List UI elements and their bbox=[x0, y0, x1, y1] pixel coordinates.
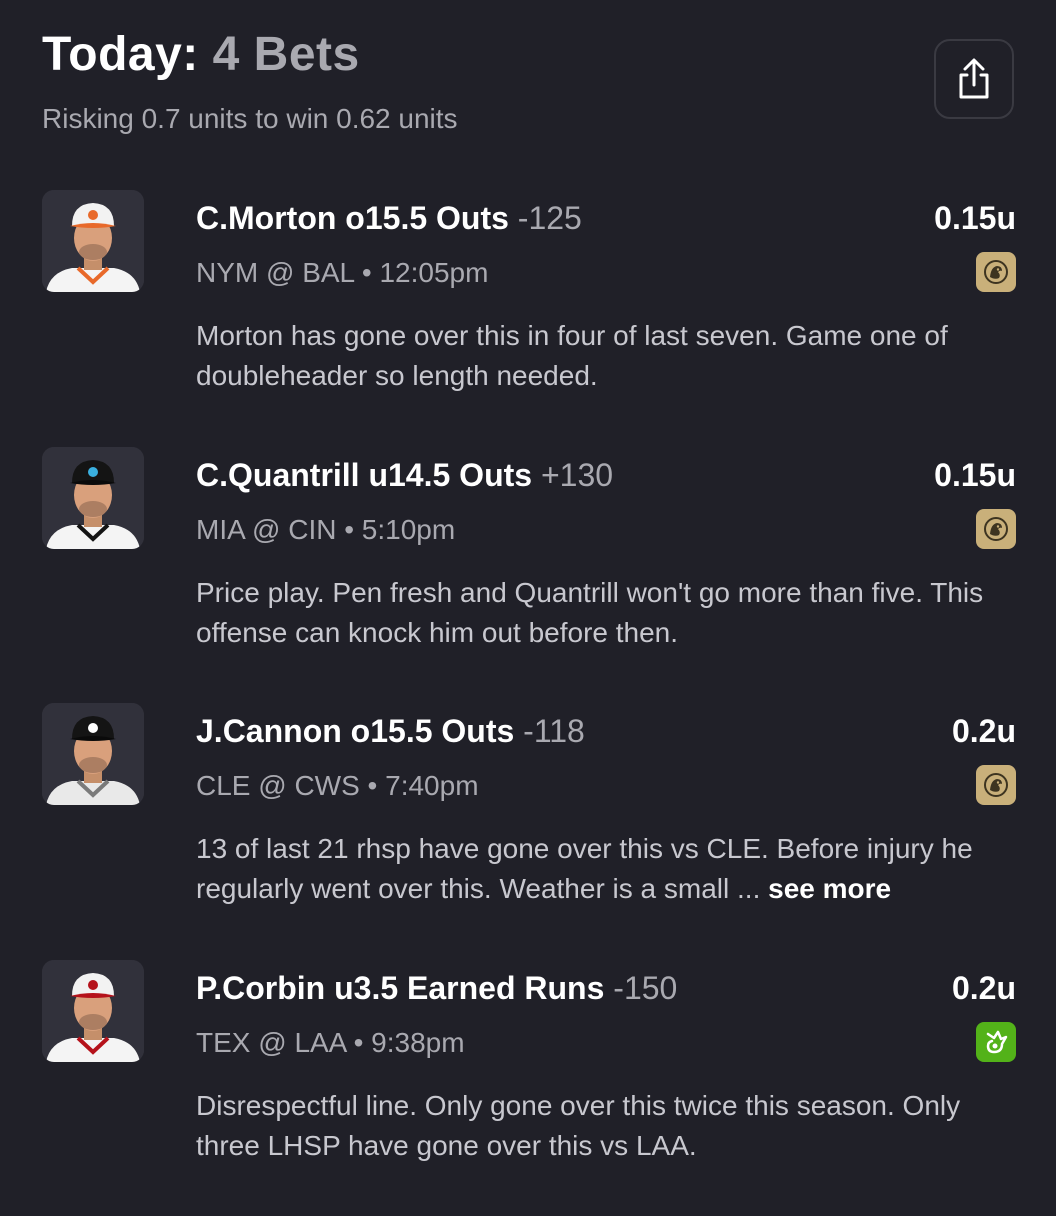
units-amount: 0.15u bbox=[934, 200, 1016, 236]
risk-summary: Risking 0.7 units to win 0.62 units bbox=[42, 103, 458, 134]
bet-note: Price play. Pen fresh and Quantrill won'… bbox=[196, 573, 1016, 653]
bet-title: J.Cannon o15.5 Outs -118 bbox=[196, 711, 585, 751]
units-amount: 0.15u bbox=[934, 457, 1016, 493]
player-avatar bbox=[42, 960, 144, 1062]
game-info: MIA @ CIN • 5:10pm bbox=[196, 514, 456, 545]
units-amount: 0.2u bbox=[951, 713, 1016, 749]
player-avatar bbox=[42, 447, 144, 549]
bet-title: C.Morton o15.5 Outs -125 bbox=[196, 198, 582, 238]
share-button[interactable] bbox=[934, 39, 1014, 119]
player-line: C.Quantrill u14.5 Outs bbox=[196, 457, 533, 493]
odds: -118 bbox=[523, 713, 585, 749]
game-info: TEX @ LAA • 9:38pm bbox=[196, 1027, 465, 1058]
odds: -150 bbox=[613, 970, 678, 1006]
page-header: Today: 4 Bets Risking 0.7 units to win 0… bbox=[42, 28, 458, 135]
bet-title: C.Quantrill u14.5 Outs +130 bbox=[196, 455, 613, 495]
units-amount: 0.2u bbox=[951, 970, 1016, 1006]
player-line: J.Cannon o15.5 Outs bbox=[196, 713, 515, 749]
player-avatar bbox=[42, 703, 144, 805]
betmgm-icon bbox=[976, 252, 1016, 292]
bet-row[interactable]: C.Morton o15.5 Outs -125 0.15u NYM @ BAL… bbox=[0, 190, 1056, 446]
bet-row[interactable]: P.Corbin u3.5 Earned Runs -150 0.2u TEX … bbox=[0, 960, 1056, 1216]
bet-count: 4 Bets bbox=[212, 28, 360, 81]
player-line: C.Morton o15.5 Outs bbox=[196, 200, 509, 236]
betmgm-icon bbox=[976, 765, 1016, 805]
title-prefix: Today: bbox=[42, 28, 199, 81]
bet-row[interactable]: J.Cannon o15.5 Outs -118 0.2u CLE @ CWS … bbox=[0, 703, 1056, 959]
bet-note: Disrespectful line. Only gone over this … bbox=[196, 1086, 1016, 1166]
note-text: Disrespectful line. Only gone over this … bbox=[196, 1090, 961, 1161]
odds: -125 bbox=[517, 200, 582, 236]
player-avatar bbox=[42, 190, 144, 292]
game-info: CLE @ CWS • 7:40pm bbox=[196, 770, 479, 801]
see-more-link[interactable]: see more bbox=[768, 873, 891, 904]
game-info: NYM @ BAL • 12:05pm bbox=[196, 257, 489, 288]
share-icon bbox=[959, 58, 989, 99]
draftkings-icon bbox=[976, 1022, 1016, 1062]
note-text: Morton has gone over this in four of las… bbox=[196, 320, 948, 391]
betmgm-icon bbox=[976, 509, 1016, 549]
bet-title: P.Corbin u3.5 Earned Runs -150 bbox=[196, 968, 677, 1008]
odds: +130 bbox=[540, 457, 614, 493]
bet-row[interactable]: C.Quantrill u14.5 Outs +130 0.15u MIA @ … bbox=[0, 447, 1056, 703]
note-text: Price play. Pen fresh and Quantrill won'… bbox=[196, 577, 984, 648]
page-title: Today: 4 Bets bbox=[42, 28, 458, 82]
bet-note: Morton has gone over this in four of las… bbox=[196, 316, 1016, 396]
bet-note: 13 of last 21 rhsp have gone over this v… bbox=[196, 829, 1016, 909]
player-line: P.Corbin u3.5 Earned Runs bbox=[196, 970, 605, 1006]
